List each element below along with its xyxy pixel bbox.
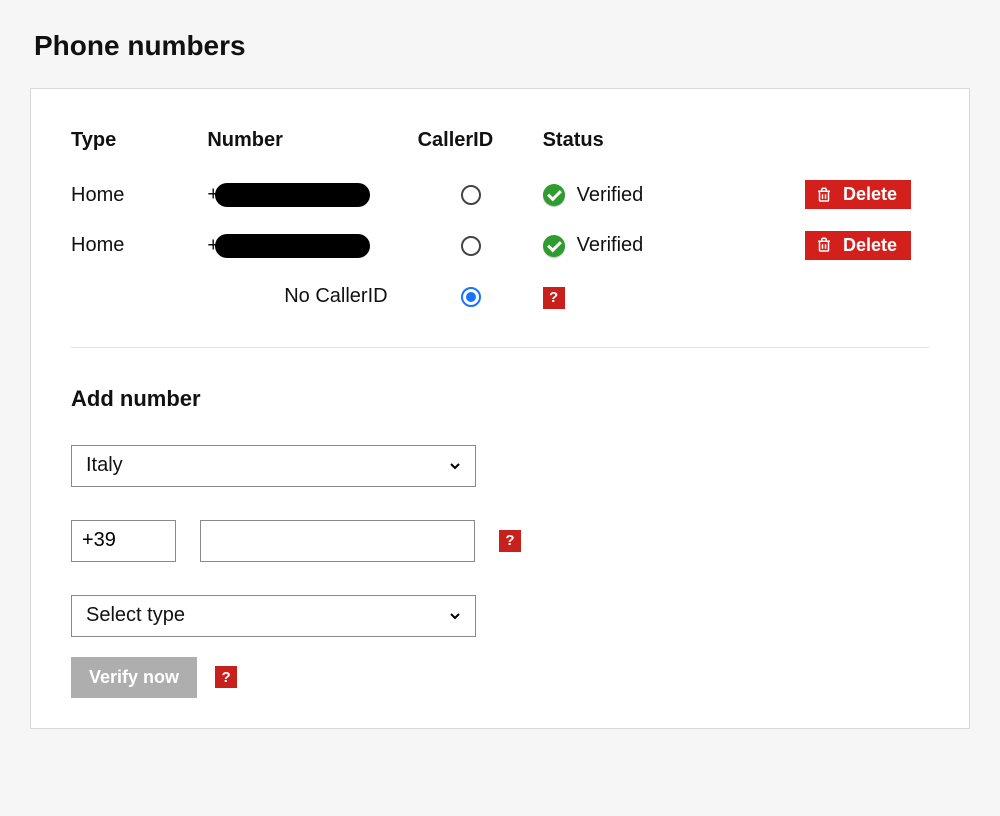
phone-numbers-card: Type Number CallerID Status Home + bbox=[30, 88, 970, 729]
delete-label: Delete bbox=[843, 235, 897, 256]
trash-icon bbox=[815, 235, 833, 255]
chevron-down-icon bbox=[447, 608, 463, 624]
type-label: Type bbox=[73, 572, 929, 589]
help-icon[interactable]: ? bbox=[543, 287, 565, 309]
country-select[interactable]: Italy bbox=[71, 445, 476, 487]
page-title: Phone numbers bbox=[34, 30, 970, 62]
verified-check-icon bbox=[543, 184, 565, 206]
table-row: Home + Verified bbox=[71, 221, 929, 272]
help-icon[interactable]: ? bbox=[215, 666, 237, 688]
prefix-number-label: PrefixNumber bbox=[73, 497, 929, 514]
status-text: Verified bbox=[577, 234, 644, 257]
cell-number: + bbox=[207, 170, 417, 221]
no-callerid-radio[interactable] bbox=[461, 287, 481, 307]
no-callerid-row: No CallerID ? bbox=[71, 271, 929, 319]
verify-now-button[interactable]: Verify now bbox=[71, 657, 197, 698]
trash-icon bbox=[815, 185, 833, 205]
status-text: Verified bbox=[577, 184, 644, 207]
type-select[interactable]: Select type bbox=[71, 595, 476, 637]
prefix-input[interactable] bbox=[71, 520, 176, 562]
redaction-mark bbox=[215, 183, 370, 207]
col-header-callerid: CallerID bbox=[418, 129, 543, 170]
delete-button[interactable]: Delete bbox=[805, 231, 911, 260]
section-divider bbox=[71, 347, 929, 348]
table-row: Home + Verified bbox=[71, 170, 929, 221]
country-select-value: Italy bbox=[86, 454, 123, 477]
help-icon[interactable]: ? bbox=[499, 530, 521, 552]
number-input[interactable] bbox=[200, 520, 475, 562]
delete-label: Delete bbox=[843, 184, 897, 205]
type-select-value: Select type bbox=[86, 604, 185, 627]
verified-check-icon bbox=[543, 235, 565, 257]
cell-type: Home bbox=[71, 170, 207, 221]
chevron-down-icon bbox=[447, 458, 463, 474]
add-number-section: Add number Country Italy PrefixNumber ? … bbox=[71, 386, 929, 698]
cell-type: Home bbox=[71, 221, 207, 272]
phone-numbers-table: Type Number CallerID Status Home + bbox=[71, 129, 929, 319]
col-header-status: Status bbox=[543, 129, 748, 170]
no-callerid-label: No CallerID bbox=[207, 271, 417, 319]
callerid-radio[interactable] bbox=[461, 185, 481, 205]
country-label: Country bbox=[73, 422, 929, 439]
col-header-number: Number bbox=[207, 129, 417, 170]
cell-number: + bbox=[207, 221, 417, 272]
add-number-heading: Add number bbox=[71, 386, 929, 412]
delete-button[interactable]: Delete bbox=[805, 180, 911, 209]
callerid-radio[interactable] bbox=[461, 236, 481, 256]
redaction-mark bbox=[215, 234, 370, 258]
col-header-type: Type bbox=[71, 129, 207, 170]
